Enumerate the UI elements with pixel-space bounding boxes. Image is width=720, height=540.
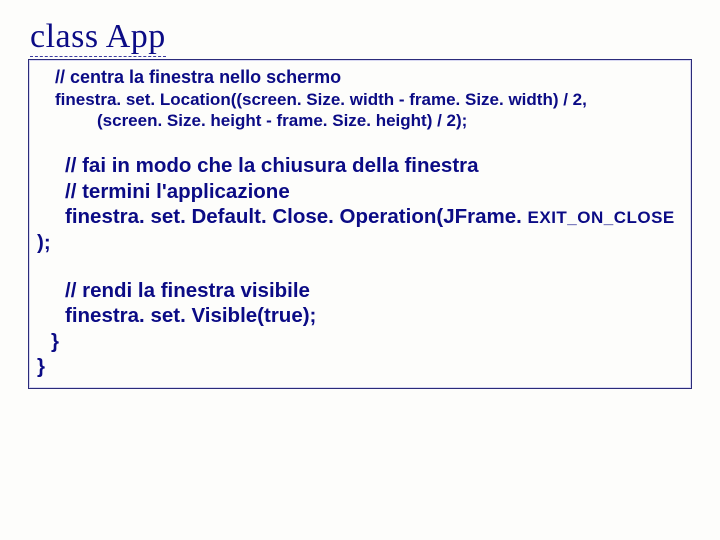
code-brace-inner: }: [37, 329, 683, 355]
code-brace-outer: }: [37, 354, 683, 380]
comment-center-window: // centra la finestra nello schermo: [37, 66, 683, 89]
code-set-visible: finestra. set. Visible(true);: [37, 303, 683, 329]
code-box: // centra la finestra nello schermo fine…: [28, 59, 692, 389]
comment-close-op-2: // termini l'applicazione: [37, 179, 683, 205]
spacer: [37, 131, 683, 153]
code-set-location-1: finestra. set. Location((screen. Size. w…: [37, 89, 683, 110]
slide-title: class App: [30, 18, 166, 57]
code-set-default-close: finestra. set. Default. Close. Operation…: [37, 204, 683, 230]
code-set-location-2: (screen. Size. height - frame. Size. hei…: [37, 110, 683, 131]
slide: class App // centra la finestra nello sc…: [0, 0, 720, 540]
spacer: [37, 256, 683, 278]
comment-make-visible: // rendi la finestra visibile: [37, 278, 683, 304]
code-exit-on-close: EXIT_ON_CLOSE: [528, 208, 675, 227]
comment-close-op-1: // fai in modo che la chiusura della fin…: [37, 153, 683, 179]
code-close-paren: );: [37, 230, 683, 256]
code-close-op-call: finestra. set. Default. Close. Operation…: [65, 205, 528, 228]
